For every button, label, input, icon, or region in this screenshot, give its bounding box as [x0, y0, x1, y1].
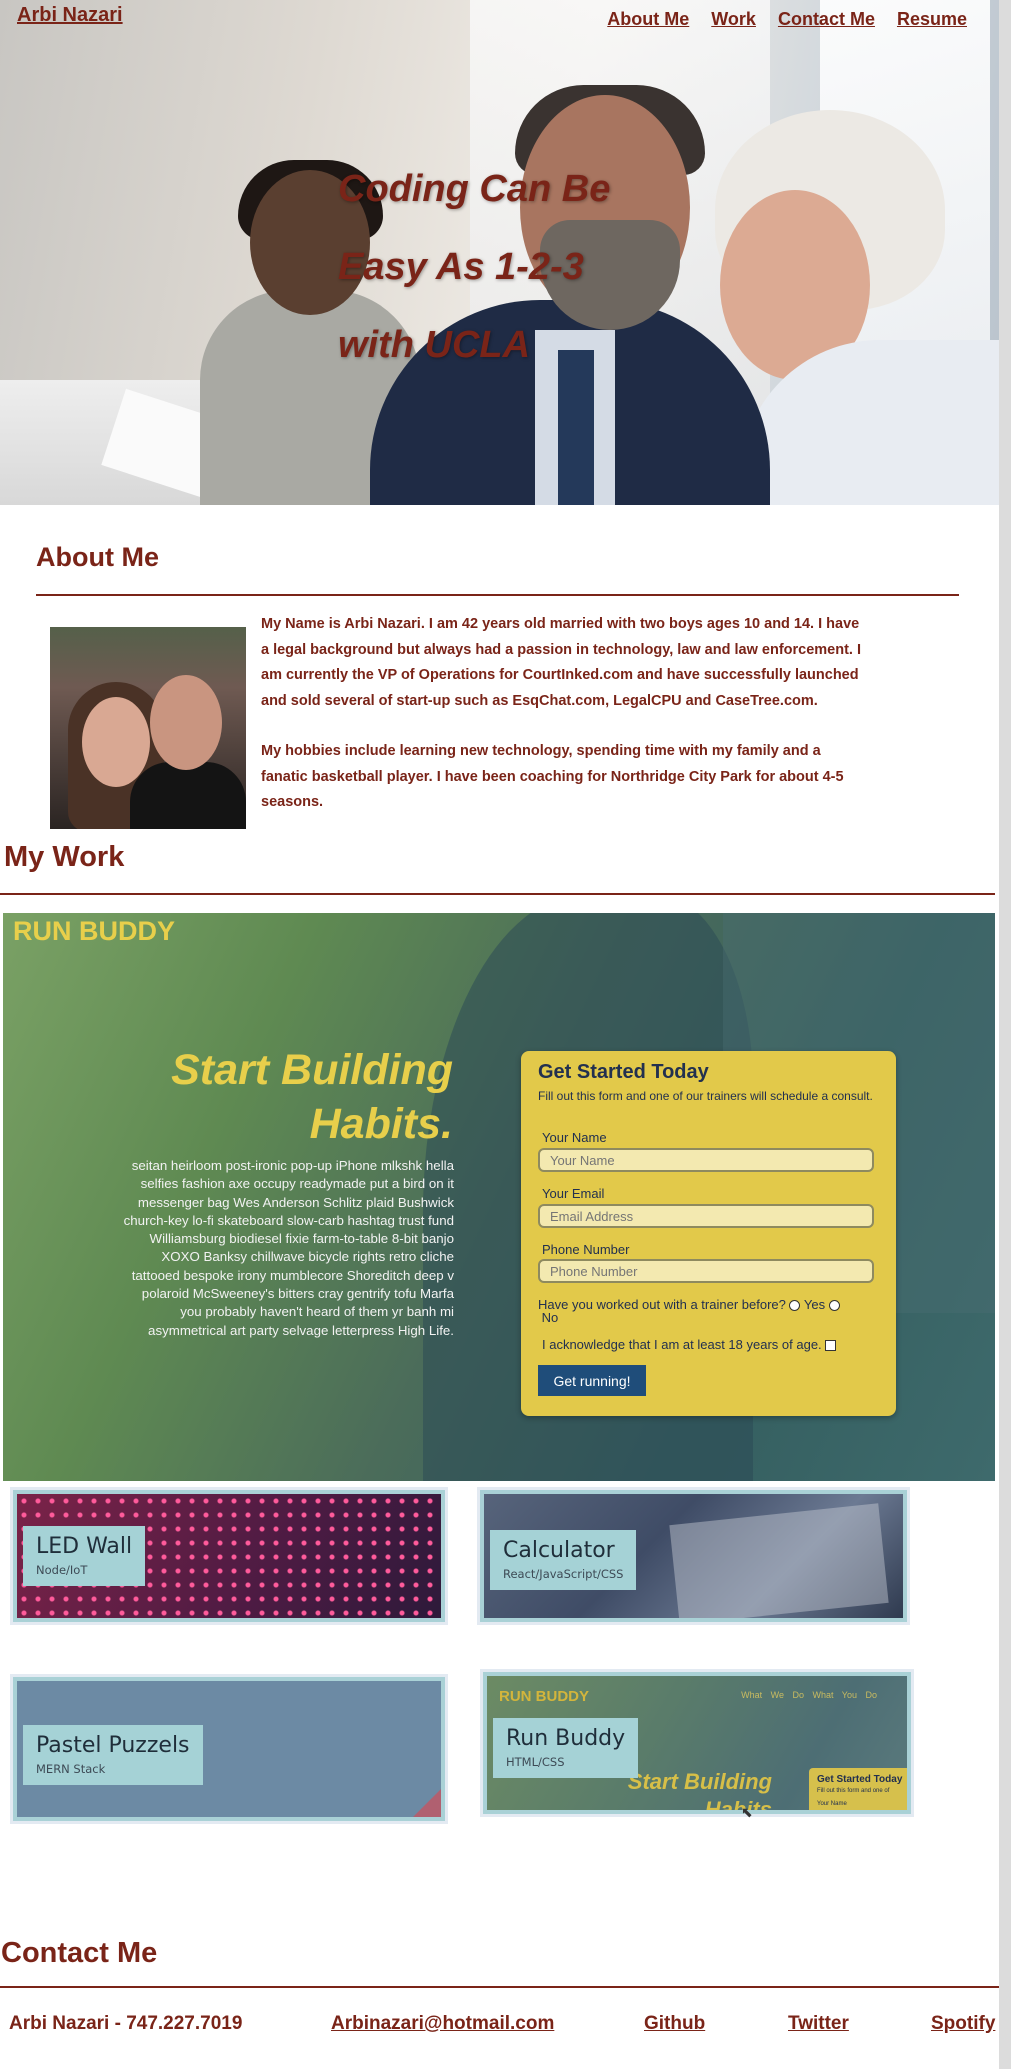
page: Arbi Nazari About Me Work Contact Me Res…	[0, 0, 999, 2069]
age-acknowledge: I acknowledge that I am at least 18 year…	[542, 1337, 837, 1352]
hero-tagline-line-1: Coding Can Be	[338, 168, 611, 210]
about-paragraph-2: My hobbies include learning new technolo…	[261, 743, 844, 810]
project-stack: HTML/CSS	[506, 1755, 565, 1769]
project-stack: Node/IoT	[36, 1563, 88, 1577]
age-acknowledge-text: I acknowledge that I am at least 18 year…	[542, 1337, 822, 1352]
project-card-led-wall[interactable]: LED Wall Node/IoT	[13, 1490, 445, 1622]
mini-form-subtitle: Fill out this form and one of	[817, 1788, 890, 1794]
about-text: My Name is Arbi Nazari. I am 42 years ol…	[261, 612, 871, 841]
brand-link[interactable]: Arbi Nazari	[17, 4, 123, 27]
project-name: Run Buddy	[506, 1726, 626, 1751]
mini-rb-logo: RUN BUDDY	[499, 1688, 589, 1705]
hero-tagline-line-2: Easy As 1-2-3	[338, 246, 584, 288]
project-label: Pastel Puzzels MERN Stack	[23, 1725, 203, 1785]
email-input[interactable]	[538, 1204, 874, 1228]
nav-about-me[interactable]: About Me	[607, 9, 689, 30]
mini-rb-nav: What We Do What You Do	[741, 1690, 877, 1700]
radio-yes[interactable]	[789, 1300, 801, 1312]
featured-project-run-buddy[interactable]: RUN BUDDY Start Building Habits. seitan …	[3, 913, 995, 1481]
rb-logo: RUN BUDDY	[13, 916, 175, 946]
form-subtitle: Fill out this form and one of our traine…	[538, 1089, 873, 1103]
project-label: Calculator React/JavaScript/CSS	[490, 1530, 637, 1590]
get-running-button[interactable]: Get running!	[538, 1365, 646, 1396]
project-card-pastel-puzzels[interactable]: Pastel Puzzels MERN Stack	[13, 1677, 445, 1821]
contact-title: Contact Me	[1, 1937, 158, 1969]
project-name: Pastel Puzzels	[36, 1733, 190, 1758]
mini-form-field: Your Name	[817, 1801, 847, 1807]
project-stack: MERN Stack	[36, 1762, 106, 1776]
rb-headline: Start Building Habits.	[171, 1046, 453, 1148]
project-name: Calculator	[503, 1538, 615, 1563]
about-title: About Me	[36, 542, 159, 572]
mouse-cursor-icon: ⬉	[741, 1804, 753, 1820]
nav-work[interactable]: Work	[711, 9, 756, 30]
photo-man-face	[150, 675, 222, 770]
github-link[interactable]: Github	[644, 2013, 705, 2035]
nav-contact-me[interactable]: Contact Me	[778, 9, 875, 30]
mini-rb-form: Get Started Today Fill out this form and…	[809, 1768, 907, 1810]
radio-no[interactable]	[828, 1300, 840, 1312]
mini-form-title: Get Started Today	[817, 1774, 903, 1785]
work-divider	[0, 893, 995, 895]
about-divider	[36, 594, 959, 596]
form-title: Get Started Today	[538, 1061, 709, 1083]
radio-yes-label: Yes	[803, 1297, 826, 1312]
radio-no-label: No	[541, 1310, 559, 1326]
project-label: LED Wall Node/IoT	[23, 1526, 146, 1586]
calculator-screen-bg	[669, 1503, 889, 1618]
project-label: Run Buddy HTML/CSS	[493, 1718, 639, 1778]
spotify-link[interactable]: Spotify	[931, 2013, 995, 2035]
contact-email-link[interactable]: Arbinazari@hotmail.com	[331, 2013, 554, 2035]
rb-signup-form: Get Started Today Fill out this form and…	[521, 1051, 896, 1416]
hero-banner: Arbi Nazari About Me Work Contact Me Res…	[0, 0, 999, 505]
profile-photo	[50, 627, 246, 829]
trainer-question: Have you worked out with a trainer befor…	[538, 1298, 878, 1324]
phone-input[interactable]	[538, 1259, 874, 1283]
nav-resume[interactable]: Resume	[897, 9, 967, 30]
project-card-calculator[interactable]: Calculator React/JavaScript/CSS	[480, 1490, 907, 1622]
corner-accent	[413, 1789, 441, 1817]
photo-man-body	[130, 762, 246, 829]
contact-divider	[0, 1986, 999, 1988]
project-card-run-buddy[interactable]: RUN BUDDY What We Do What You Do Start B…	[483, 1672, 911, 1814]
about-paragraph-1: My Name is Arbi Nazari. I am 42 years ol…	[261, 616, 862, 709]
name-input[interactable]	[538, 1148, 874, 1172]
photo-woman-face	[82, 697, 150, 787]
phone-label: Phone Number	[542, 1242, 630, 1257]
hero-tagline-line-3: with UCLA	[338, 324, 531, 366]
rb-body-text: seitan heirloom post-ironic pop-up iPhon…	[123, 1158, 454, 1338]
project-stack: React/JavaScript/CSS	[503, 1567, 624, 1581]
trainer-question-text: Have you worked out with a trainer befor…	[538, 1297, 786, 1312]
hero-tagline: Coding Can Be Easy As 1-2-3 with UCLA	[338, 150, 610, 384]
top-nav: About Me Work Contact Me Resume	[607, 9, 967, 30]
contact-name-phone: Arbi Nazari - 747.227.7019	[9, 2013, 243, 2034]
twitter-link[interactable]: Twitter	[788, 2013, 849, 2035]
email-label: Your Email	[542, 1186, 605, 1201]
work-title: My Work	[4, 841, 125, 873]
project-name: LED Wall	[36, 1534, 133, 1559]
name-label: Your Name	[542, 1130, 607, 1145]
age-checkbox[interactable]	[825, 1340, 837, 1352]
